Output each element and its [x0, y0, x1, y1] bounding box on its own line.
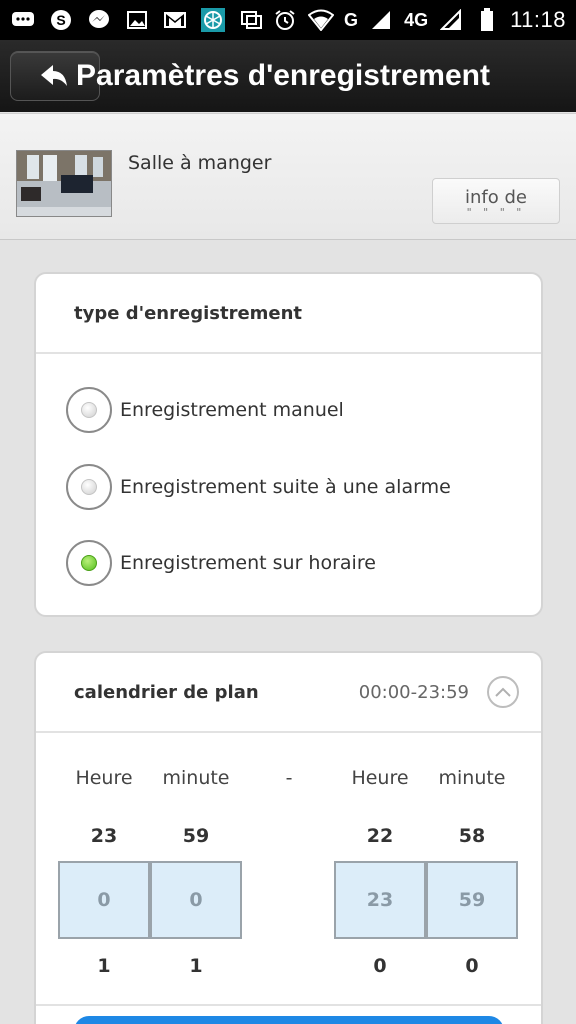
svg-text:S: S [56, 12, 65, 28]
start-minute-prev[interactable]: 59 [150, 825, 242, 847]
gmail-icon [162, 9, 188, 31]
start-hour-prev[interactable]: 23 [58, 825, 150, 847]
messenger-icon [86, 9, 112, 31]
end-hour-prev[interactable]: 22 [334, 825, 426, 847]
skype-icon: S [48, 9, 74, 31]
notification-icons: S [10, 8, 264, 32]
wifi-icon [308, 9, 335, 31]
image-icon [124, 9, 150, 31]
recording-type-card: type d'enregistrement Enregistrement man… [34, 272, 543, 617]
start-hour-label: Heure [75, 767, 133, 789]
schedule-card: calendrier de plan 00:00-23:59 Heure min… [34, 651, 543, 1024]
clock: 11:18 [510, 7, 566, 32]
start-hour-next[interactable]: 1 [58, 955, 150, 977]
radio-option-alarm[interactable]: Enregistrement suite à une alarme [66, 463, 451, 511]
schedule-header[interactable]: calendrier de plan 00:00-23:59 [36, 653, 541, 733]
schedule-title: calendrier de plan [74, 682, 259, 703]
alarm-icon [272, 9, 298, 31]
end-hour-label: Heure [351, 767, 409, 789]
camera-thumbnail [16, 150, 112, 217]
end-minute-picker[interactable]: 59 [426, 861, 518, 939]
signal-icon-2 [438, 9, 464, 31]
end-hour-picker[interactable]: 23 [334, 861, 426, 939]
end-hour-next[interactable]: 0 [334, 955, 426, 977]
radio-button[interactable] [66, 540, 112, 586]
recording-type-title: type d'enregistrement [74, 303, 303, 324]
copy-icon [238, 9, 264, 31]
recording-type-header: type d'enregistrement [36, 274, 541, 354]
radio-button[interactable] [66, 387, 112, 433]
end-minute-prev[interactable]: 58 [426, 825, 518, 847]
start-minute-label: minute [162, 767, 230, 789]
app-icon [200, 8, 226, 32]
radio-option-schedule[interactable]: Enregistrement sur horaire [66, 539, 376, 587]
title-bar: Paramètres d'enregistrement [0, 40, 576, 112]
device-info-button[interactable]: info de " " " " [432, 178, 560, 224]
radio-dot-selected-icon [81, 555, 97, 571]
battery-icon [474, 8, 500, 31]
device-header: Salle à manger info de " " " " [0, 113, 576, 240]
radio-label: Enregistrement suite à une alarme [120, 476, 451, 498]
end-minute-label: minute [438, 767, 506, 789]
time-separator: - [285, 767, 293, 789]
start-minute-next[interactable]: 1 [150, 955, 242, 977]
network-type: 4G [404, 9, 429, 30]
end-minute-next[interactable]: 0 [426, 955, 518, 977]
signal-badge: G [344, 9, 359, 30]
radio-option-manual[interactable]: Enregistrement manuel [66, 386, 344, 434]
device-name: Salle à manger [128, 152, 272, 174]
back-arrow-icon [41, 65, 67, 86]
start-hour-picker[interactable]: 0 [58, 861, 150, 939]
radio-dot-icon [81, 479, 97, 495]
schedule-range: 00:00-23:59 [358, 682, 469, 703]
start-minute-picker[interactable]: 0 [150, 861, 242, 939]
system-icons: G 4G 11:18 [272, 7, 566, 33]
radio-label: Enregistrement manuel [120, 399, 344, 421]
radio-dot-icon [81, 402, 97, 418]
chat-bubble-icon [10, 9, 36, 31]
page-title: Paramètres d'enregistrement [76, 59, 490, 92]
signal-icon [368, 9, 394, 31]
device-info-label: info de [465, 187, 527, 208]
radio-button[interactable] [66, 464, 112, 510]
confirm-button[interactable] [74, 1016, 504, 1024]
chevron-up-icon[interactable] [487, 676, 519, 708]
truncation-dots: " " " " [466, 206, 526, 219]
status-bar: S G 4G 11:18 [0, 0, 576, 40]
radio-label: Enregistrement sur horaire [120, 552, 376, 574]
